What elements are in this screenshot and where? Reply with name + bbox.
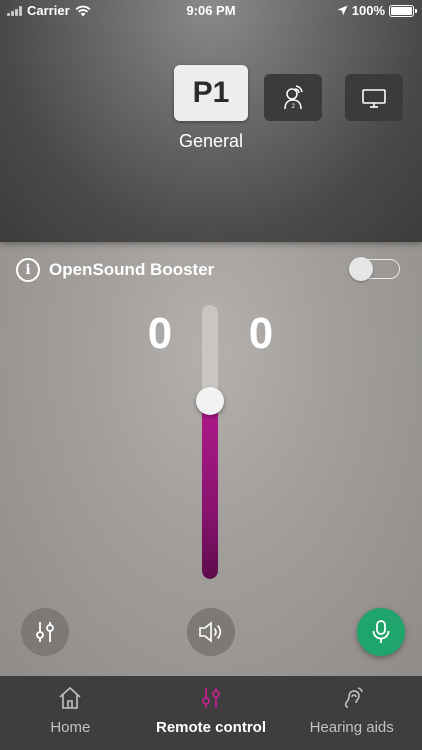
tab-home[interactable]: Home	[0, 676, 141, 750]
program-name: General	[178, 131, 244, 151]
tab-remote-control-label: Remote control	[156, 719, 267, 736]
info-icon[interactable]: i	[16, 258, 40, 282]
volume-slider[interactable]	[202, 305, 218, 579]
microphone-icon	[372, 620, 390, 643]
program-p1-button[interactable]: P1	[174, 65, 248, 121]
tab-hearing-aids-label: Hearing aids	[309, 719, 394, 736]
sliders-icon	[36, 622, 54, 642]
svg-text:2: 2	[292, 104, 296, 110]
status-bar: Carrier 9:06 PM 100%	[0, 0, 422, 22]
toggle-knob	[349, 257, 373, 281]
hearing-aid-icon	[344, 687, 363, 708]
program-2-button[interactable]: 2	[264, 74, 322, 121]
booster-toggle[interactable]	[349, 257, 400, 281]
sliders-icon	[202, 688, 220, 708]
speech-in-noise-person-icon: 2	[284, 84, 303, 110]
program-header: Carrier 9:06 PM 100% P1 2 General	[0, 0, 422, 242]
volume-right-value: 0	[248, 309, 274, 358]
volume-slider-thumb[interactable]	[196, 387, 224, 415]
home-icon	[59, 686, 81, 709]
volume-left-value: 0	[147, 309, 173, 358]
speaker-button[interactable]	[187, 608, 235, 656]
tv-icon	[362, 88, 386, 108]
volume-slider-fill	[202, 401, 218, 579]
booster-row: i OpenSound Booster	[16, 258, 214, 282]
location-arrow-icon	[337, 5, 348, 16]
program-p1-label: P1	[192, 76, 230, 109]
battery-percent: 100%	[351, 3, 385, 18]
tab-remote-control[interactable]: Remote control	[141, 676, 282, 750]
speaker-icon	[199, 621, 222, 643]
tab-hearing-aids[interactable]: Hearing aids	[281, 676, 422, 750]
program-3-button[interactable]	[345, 74, 403, 121]
microphone-button[interactable]	[357, 608, 405, 656]
equalizer-button[interactable]	[21, 608, 69, 656]
app: Carrier 9:06 PM 100% P1 2 General i Open…	[0, 0, 422, 750]
tab-home-label: Home	[50, 719, 91, 736]
bottom-tab-bar: Home Remote control Hearing aids	[0, 676, 422, 750]
booster-label: OpenSound Booster	[49, 260, 215, 279]
battery-icon	[389, 4, 417, 17]
